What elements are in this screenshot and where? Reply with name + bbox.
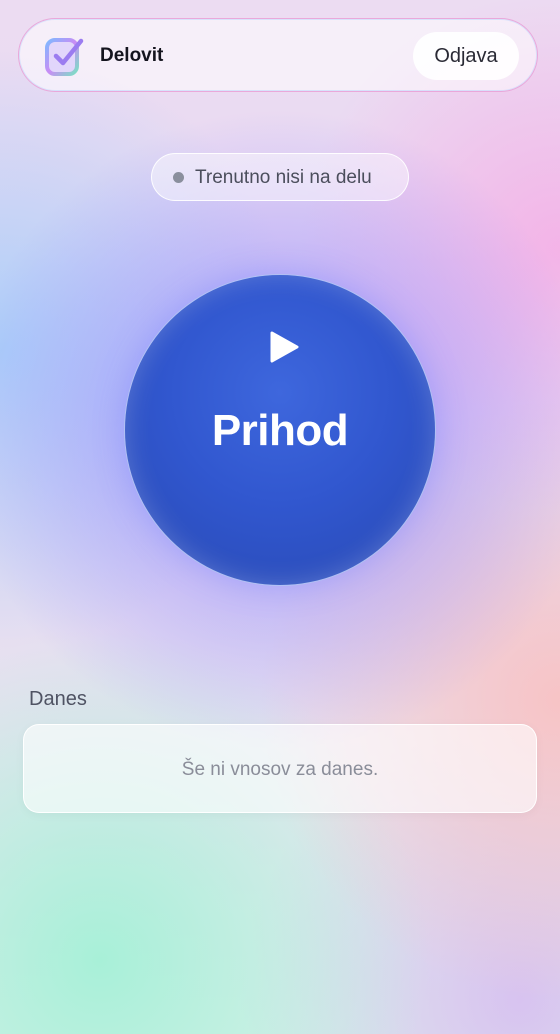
clock-in-button[interactable]: Prihod — [124, 274, 436, 586]
play-icon — [270, 331, 299, 363]
checkbox-logo-icon — [45, 38, 84, 76]
app-name: Delovit — [100, 45, 164, 66]
status-text: Trenutno nisi na delu — [195, 167, 372, 188]
empty-state-message: Še ni vnosov za danes. — [181, 759, 379, 780]
today-section-title: Danes — [29, 688, 87, 710]
status-indicator-dot — [173, 172, 184, 183]
clock-in-label: Prihod — [211, 406, 349, 455]
status-badge: Trenutno nisi na delu — [151, 153, 409, 201]
logout-button[interactable]: Odjava — [413, 32, 519, 80]
top-bar: Delovit Odjava — [18, 18, 538, 92]
today-entries-card: Še ni vnosov za danes. — [23, 724, 537, 813]
